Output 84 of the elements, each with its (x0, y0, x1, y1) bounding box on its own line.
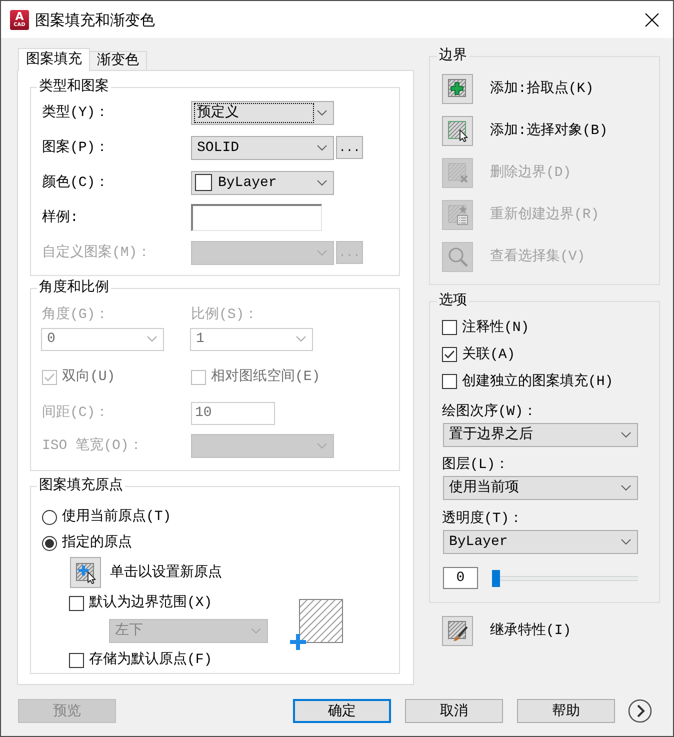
cancel-button[interactable]: 取消 (405, 699, 503, 723)
field-label: 透明度(T)： (442, 509, 524, 529)
chevron-down-icon (296, 336, 306, 342)
dropdown[interactable]: 置于边界之后 (443, 423, 638, 447)
dropdown[interactable]: 使用当前项 (443, 476, 638, 500)
help-button[interactable]: 帮助 (517, 699, 615, 723)
field-label: 角度(G)： (42, 306, 110, 324)
button-caption: 单击以设置新原点 (110, 564, 222, 582)
chevron-down-icon (251, 628, 261, 634)
checkmark-icon (444, 350, 455, 359)
group-title: 角度和比例 (38, 280, 110, 296)
field-label: 类型(Y)： (42, 104, 110, 122)
color-swatch-icon (195, 174, 212, 191)
chevron-down-icon (317, 180, 327, 186)
hatch-list-icon (446, 204, 468, 226)
radio-label[interactable]: 使用当前原点(T) (62, 508, 172, 526)
field-label: 图案(P)： (42, 138, 110, 156)
tab[interactable]: 渐变色 (89, 51, 147, 70)
dropdown[interactable]: ByLayer (191, 170, 334, 194)
ok-button[interactable]: 确定 (293, 699, 391, 723)
checkbox[interactable] (442, 320, 457, 335)
field-label: 间距(C)： (42, 404, 110, 422)
hatch-cross-icon (446, 162, 468, 184)
field-label: 颜色(C)： (42, 174, 110, 192)
chevron-down-icon (317, 250, 327, 256)
search-icon (446, 246, 468, 268)
group-title: 类型和图案 (38, 79, 110, 95)
group-title: 选项 (438, 293, 468, 309)
inherit-properties-button[interactable] (442, 616, 473, 646)
checkbox-label[interactable]: 存储为默认原点(F) (89, 651, 212, 669)
checkbox[interactable] (442, 374, 457, 389)
field-label: 图层(L)： (442, 456, 510, 475)
hatch-cursor-plus-icon (74, 562, 96, 584)
chevron-down-icon (147, 336, 157, 342)
chevron-down-icon (317, 110, 327, 116)
slider-thumb[interactable] (492, 570, 500, 586)
field-label: 样例: (42, 208, 78, 226)
origin-marker-icon (290, 634, 306, 650)
checkbox[interactable] (69, 652, 84, 668)
set-origin-button[interactable] (70, 557, 101, 588)
field-label: 自定义图案(M)： (42, 244, 152, 262)
group-title: 图案填充原点 (38, 478, 124, 494)
checkmark-icon (44, 372, 55, 382)
add-pick-points-button[interactable] (442, 74, 473, 104)
chevron-circle-icon[interactable] (628, 699, 652, 723)
checkbox[interactable] (69, 596, 84, 610)
tab[interactable]: 图案填充 (18, 48, 90, 71)
radio-button[interactable] (42, 510, 57, 524)
field-label: 比例(S)： (191, 306, 258, 324)
chevron-down-icon (621, 539, 631, 545)
window-title: 图案填充和渐变色 (35, 10, 155, 30)
hatch-plus-icon (446, 78, 468, 100)
hatch-preview-square (299, 599, 343, 643)
logo-letter: A (15, 11, 24, 22)
field-label: ISO 笔宽(O)： (42, 437, 143, 455)
add-select-objects-button[interactable] (442, 116, 473, 146)
chevron-down-icon (621, 485, 631, 491)
dropdown[interactable]: SOLID (191, 136, 334, 160)
chevron-down-icon (317, 144, 327, 150)
browse-button[interactable]: ... (336, 136, 363, 159)
close-icon[interactable] (645, 12, 659, 26)
checkbox-label[interactable]: 创建独立的图案填充(H) (462, 372, 614, 390)
button-caption: 继承特性(I) (490, 622, 572, 640)
chevron-down-icon (317, 443, 327, 449)
checkbox[interactable] (442, 347, 457, 362)
checkbox-label[interactable]: 关联(A) (462, 346, 516, 364)
sample-preview[interactable] (191, 204, 322, 231)
dropdown[interactable]: 预定义 (191, 100, 334, 124)
button-caption: 添加:选择对象(B) (490, 122, 608, 140)
radio-button[interactable] (42, 536, 57, 550)
button-caption: 重新创建边界(R) (490, 206, 600, 224)
button-caption: 查看选择集(V) (490, 248, 586, 266)
checkbox-label[interactable]: 注释性(N) (462, 318, 530, 336)
field-label: 绘图次序(W)： (442, 402, 538, 422)
button-caption: 添加:拾取点(K) (490, 80, 594, 98)
checkbox-label[interactable]: 默认为边界范围(X) (89, 594, 212, 612)
hatch-cursor-icon (446, 120, 468, 142)
hatch-brush-icon (446, 620, 468, 642)
group-title: 边界 (438, 48, 468, 64)
dropdown[interactable]: ByLayer (443, 530, 638, 554)
button-caption: 删除边界(D) (490, 164, 572, 182)
radio-label[interactable]: 指定的原点 (62, 534, 132, 552)
chevron-down-icon (621, 432, 631, 438)
number-field[interactable]: 0 (443, 567, 478, 589)
